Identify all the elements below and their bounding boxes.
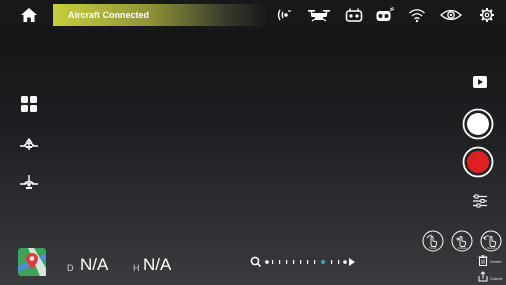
- gear-icon: [480, 8, 494, 22]
- remote-controller-button[interactable]: [345, 7, 363, 23]
- distance-label: D: [67, 263, 74, 273]
- grid-view-button[interactable]: [18, 94, 40, 114]
- takeoff-icon: [20, 137, 38, 150]
- camera-settings-button[interactable]: [472, 194, 488, 208]
- submit-label: Submit: [490, 276, 503, 281]
- sliders-icon: [473, 194, 487, 208]
- eye-icon: [440, 9, 462, 21]
- drone-signal-icon: [277, 9, 291, 21]
- wifi-button[interactable]: [408, 7, 426, 23]
- record-button[interactable]: [462, 146, 494, 178]
- settings-button[interactable]: [478, 7, 496, 23]
- camera-status-button[interactable]: [375, 7, 395, 23]
- wifi-icon: [409, 9, 425, 23]
- home-button[interactable]: [7, 4, 51, 26]
- signal-button[interactable]: [276, 7, 294, 23]
- height-value: N/A: [143, 255, 172, 274]
- trash-icon: [478, 255, 488, 266]
- connection-status-text: Aircraft Connected: [68, 10, 150, 20]
- distance-value: N/A: [80, 255, 109, 274]
- map-icon: [18, 248, 46, 276]
- zoom-slider[interactable]: [250, 255, 360, 269]
- shutter-button[interactable]: [462, 108, 494, 140]
- video-mode-button[interactable]: [473, 76, 487, 88]
- landing-icon: [20, 175, 38, 189]
- aircraft-icon: [308, 10, 330, 22]
- grid-view-icon: [21, 96, 37, 112]
- delete-button[interactable]: [478, 255, 488, 266]
- record-icon: [462, 146, 494, 178]
- shutter-icon: [462, 108, 494, 140]
- zoom-thumb: [321, 260, 325, 264]
- zoom-search-icon: [250, 256, 262, 268]
- gesture-follow-label: Follow: [458, 246, 467, 250]
- video-icon: [473, 76, 487, 88]
- zoom-slider-track: [250, 256, 355, 268]
- remote-controller-icon: [345, 8, 363, 22]
- takeoff-button[interactable]: [18, 134, 40, 154]
- map-button[interactable]: [18, 248, 46, 276]
- height-label: H: [133, 263, 140, 273]
- submit-button[interactable]: [478, 271, 488, 282]
- home-icon: [21, 8, 37, 22]
- view-mode-button[interactable]: [440, 7, 462, 23]
- upload-icon: [478, 271, 488, 282]
- landing-button[interactable]: [18, 172, 40, 192]
- aircraft-status-button[interactable]: [307, 7, 331, 23]
- camera-robot-icon: [376, 7, 395, 21]
- top-bar: Aircraft Connected: [0, 0, 506, 30]
- delete-label: Delete: [490, 259, 502, 264]
- gesture-return-label: Return: [487, 246, 497, 250]
- gesture-touch-label: Touch: [429, 246, 438, 250]
